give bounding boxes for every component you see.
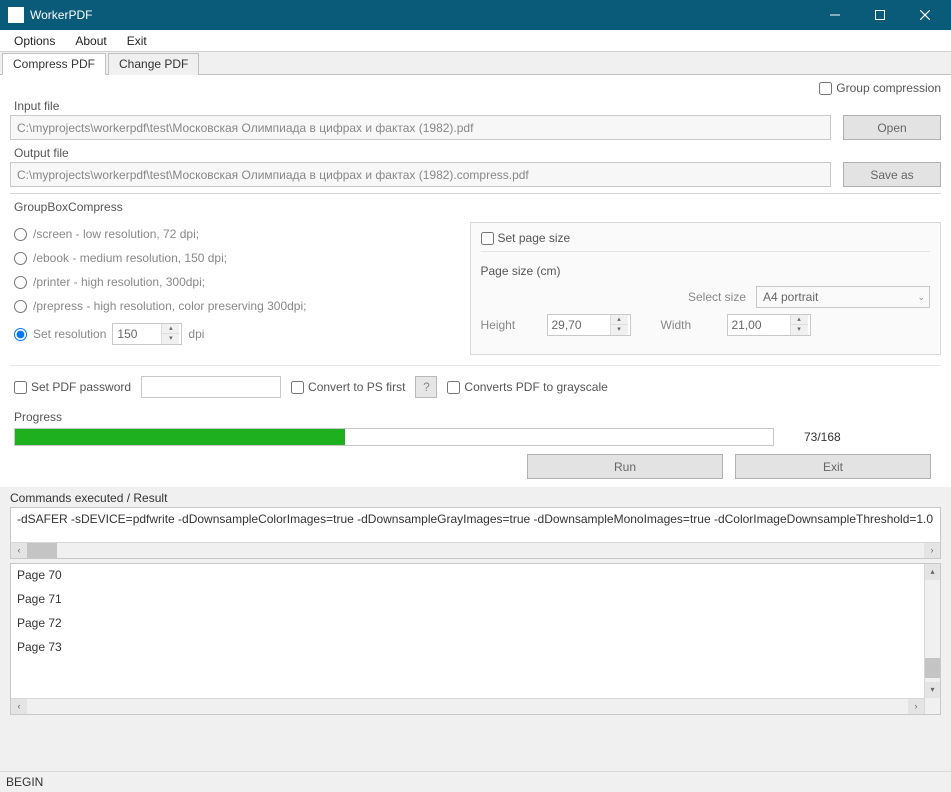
output-file-label: Output file <box>14 146 941 160</box>
run-button[interactable]: Run <box>527 454 723 479</box>
height-label: Height <box>481 318 537 332</box>
scroll-thumb[interactable] <box>27 543 57 558</box>
scroll-right-icon[interactable]: › <box>924 543 940 558</box>
progress-text: 73/168 <box>804 430 841 444</box>
titlebar[interactable]: WorkerPDF <box>0 0 951 30</box>
progress-label: Progress <box>14 410 937 424</box>
page-size-value: A4 portrait <box>763 290 818 304</box>
set-password-checkbox[interactable]: Set PDF password <box>14 380 131 394</box>
radio-ebook[interactable]: /ebook - medium resolution, 150 dpi; <box>14 251 460 265</box>
app-icon <box>8 7 24 23</box>
tab-change-pdf[interactable]: Change PDF <box>108 53 199 75</box>
log-box[interactable]: Page 70 Page 71 Page 72 Page 73 ▴ ▾ ‹ › <box>10 563 941 715</box>
width-label: Width <box>661 318 717 332</box>
menubar: Options About Exit <box>0 30 951 52</box>
groupbox-compress: GroupBoxCompress /screen - low resolutio… <box>10 193 941 402</box>
height-input[interactable] <box>548 316 610 334</box>
group-compression-input[interactable] <box>819 82 832 95</box>
log-line: Page 73 <box>17 640 918 654</box>
log-hscroll[interactable]: ‹ › <box>11 698 924 714</box>
radio-prepress[interactable]: /prepress - high resolution, color prese… <box>14 299 460 313</box>
scroll-up-icon[interactable]: ▴ <box>925 564 940 580</box>
save-as-button[interactable]: Save as <box>843 162 941 187</box>
scroll-left-icon[interactable]: ‹ <box>11 699 27 714</box>
radio-set-resolution[interactable]: Set resolution ▴▾ dpi <box>14 323 460 345</box>
log-line: Page 71 <box>17 592 918 606</box>
page-size-select[interactable]: A4 portrait ⌄ <box>756 286 930 308</box>
output-file-field[interactable] <box>10 162 831 187</box>
tab-content: Group compression Input file Open Output… <box>0 75 951 487</box>
input-file-label: Input file <box>14 99 941 113</box>
page-size-panel: Set page size Page size (cm) Select size… <box>470 222 942 355</box>
maximize-button[interactable] <box>857 0 902 30</box>
progress-fill <box>15 429 345 445</box>
tab-compress-pdf[interactable]: Compress PDF <box>2 53 106 75</box>
height-spinner[interactable]: ▴▾ <box>547 314 631 336</box>
log-vscroll[interactable]: ▴ ▾ <box>924 564 940 714</box>
status-bar: BEGIN <box>0 771 951 792</box>
window-title: WorkerPDF <box>30 8 812 22</box>
scroll-right-icon[interactable]: › <box>908 699 924 714</box>
dpi-up[interactable]: ▴ <box>162 324 179 334</box>
scroll-left-icon[interactable]: ‹ <box>11 543 27 558</box>
grayscale-checkbox[interactable]: Converts PDF to grayscale <box>447 380 607 394</box>
command-hscroll[interactable]: ‹ › <box>11 542 940 558</box>
log-lines: Page 70 Page 71 Page 72 Page 73 <box>11 564 924 714</box>
menu-exit[interactable]: Exit <box>117 32 157 50</box>
exit-button[interactable]: Exit <box>735 454 931 479</box>
close-button[interactable] <box>902 0 947 30</box>
input-file-field[interactable] <box>10 115 831 140</box>
progress-bar <box>14 428 774 446</box>
width-input[interactable] <box>728 316 790 334</box>
radio-printer[interactable]: /printer - high resolution, 300dpi; <box>14 275 460 289</box>
dpi-down[interactable]: ▾ <box>162 334 179 344</box>
chevron-down-icon: ⌄ <box>917 292 925 303</box>
tab-strip: Compress PDF Change PDF <box>0 52 951 75</box>
convert-ps-checkbox[interactable]: Convert to PS first <box>291 380 405 394</box>
dpi-spinner[interactable]: ▴▾ <box>112 323 182 345</box>
set-page-size-checkbox[interactable]: Set page size <box>481 231 931 245</box>
page-size-title: Page size (cm) <box>481 264 931 278</box>
radio-screen[interactable]: /screen - low resolution, 72 dpi; <box>14 227 460 241</box>
group-compression-checkbox[interactable]: Group compression <box>819 81 941 95</box>
width-spinner[interactable]: ▴▾ <box>727 314 811 336</box>
log-line: Page 70 <box>17 568 918 582</box>
command-box[interactable]: -dSAFER -sDEVICE=pdfwrite -dDownsampleCo… <box>10 507 941 559</box>
command-text: -dSAFER -sDEVICE=pdfwrite -dDownsampleCo… <box>11 508 940 530</box>
menu-options[interactable]: Options <box>4 32 65 50</box>
open-button[interactable]: Open <box>843 115 941 140</box>
dpi-input[interactable] <box>113 328 161 341</box>
menu-about[interactable]: About <box>65 32 116 50</box>
group-compression-label: Group compression <box>836 81 941 95</box>
password-field[interactable] <box>141 376 281 398</box>
minimize-button[interactable] <box>812 0 857 30</box>
log-line: Page 72 <box>17 616 918 630</box>
select-size-label: Select size <box>646 290 746 304</box>
scroll-down-icon[interactable]: ▾ <box>925 682 940 698</box>
result-label: Commands executed / Result <box>10 491 951 505</box>
groupbox-title: GroupBoxCompress <box>14 200 941 214</box>
scroll-thumb[interactable] <box>925 658 940 678</box>
help-button[interactable]: ? <box>415 376 437 398</box>
